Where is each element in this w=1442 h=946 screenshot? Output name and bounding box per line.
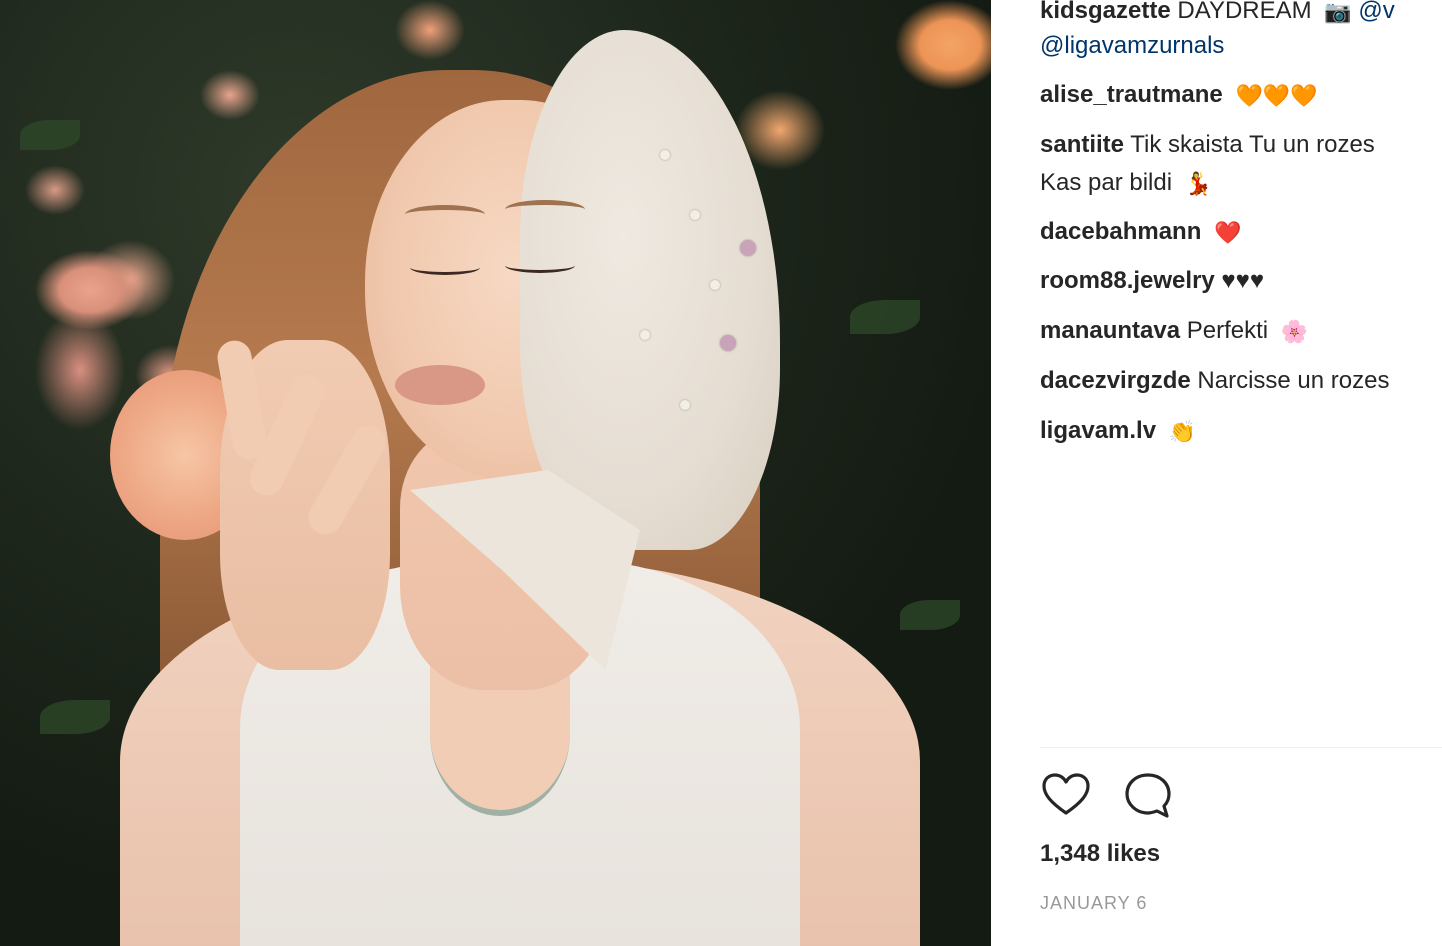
pearl-embellishment xyxy=(660,150,670,160)
dancer-icon: 💃 xyxy=(1184,170,1213,196)
comment-text: ♥♥♥ xyxy=(1221,267,1265,294)
pearl-embellishment xyxy=(680,400,690,410)
eyebrow xyxy=(505,200,585,219)
mention-link[interactable]: @ligavamzurnals xyxy=(1040,32,1224,59)
comment-text: Perfekti xyxy=(1186,317,1269,344)
comment-username[interactable]: alise_trautmane xyxy=(1040,81,1223,108)
mention-link[interactable]: @v xyxy=(1358,0,1394,24)
foliage xyxy=(850,300,920,334)
foliage xyxy=(900,600,960,630)
pearl-embellishment xyxy=(690,210,700,220)
comment: dacebahmann ❤️ xyxy=(1040,217,1241,248)
lips xyxy=(395,365,485,405)
comment: manauntava Perfekti 🌸 xyxy=(1040,316,1308,347)
like-button[interactable] xyxy=(1040,770,1092,822)
comment-username[interactable]: room88.jewelry xyxy=(1040,267,1215,294)
foliage xyxy=(40,700,110,734)
comment-username[interactable]: ligavam.lv xyxy=(1040,417,1156,444)
foliage xyxy=(20,120,80,150)
comment: santiite Tik skaista Tu un rozes xyxy=(1040,130,1375,160)
cherry-blossom-icon: 🌸 xyxy=(1280,318,1309,344)
post-photo[interactable] xyxy=(0,0,991,946)
comment-username[interactable]: manauntava xyxy=(1040,317,1180,344)
likes-count[interactable]: 1,348 likes xyxy=(1040,840,1160,868)
comment-text: Narcisse un rozes xyxy=(1197,367,1390,394)
orange-heart-icon: 🧡🧡🧡 xyxy=(1235,82,1318,108)
post-date[interactable]: JANUARY 6 xyxy=(1040,893,1147,914)
comment: room88.jewelry ♥♥♥ xyxy=(1040,266,1264,296)
comment-button[interactable] xyxy=(1122,770,1174,822)
caption-username[interactable]: kidsgazette xyxy=(1040,0,1171,24)
caption: kidsgazette DAYDREAM 📷 @v xyxy=(1040,0,1395,27)
comment: dacezvirgzde Narcisse un rozes xyxy=(1040,366,1389,396)
comment-continued: Kas par bildi 💃 xyxy=(1040,168,1212,199)
heart-outline-icon xyxy=(1042,773,1090,815)
divider xyxy=(1040,747,1442,748)
eyebrow xyxy=(405,205,485,224)
headscarf xyxy=(520,30,780,550)
comment-username[interactable]: dacezvirgzde xyxy=(1040,367,1191,394)
pearl-embellishment xyxy=(740,240,756,256)
camera-icon: 📷 xyxy=(1324,0,1352,24)
comment: ligavam.lv 👏 xyxy=(1040,416,1196,447)
speech-bubble-icon xyxy=(1125,773,1171,818)
pearl-embellishment xyxy=(720,335,736,351)
comment-text: Tik skaista Tu un rozes xyxy=(1130,131,1375,158)
comment-text: Kas par bildi xyxy=(1040,169,1173,196)
closed-eye xyxy=(505,258,575,273)
caption-continued: @ligavamzurnals xyxy=(1040,31,1224,61)
red-heart-icon: ❤️ xyxy=(1214,219,1242,245)
caption-text: DAYDREAM xyxy=(1177,0,1312,24)
post-side-panel: kidsgazette DAYDREAM 📷 @v @ligavamzurnal… xyxy=(991,0,1442,946)
comment-username[interactable]: santiite xyxy=(1040,131,1124,158)
closed-eye xyxy=(410,260,480,275)
pearl-embellishment xyxy=(710,280,720,290)
comment: alise_trautmane 🧡🧡🧡 xyxy=(1040,80,1318,111)
clapping-hands-icon: 👏 xyxy=(1168,418,1197,444)
comment-username[interactable]: dacebahmann xyxy=(1040,218,1201,245)
pearl-embellishment xyxy=(640,330,650,340)
